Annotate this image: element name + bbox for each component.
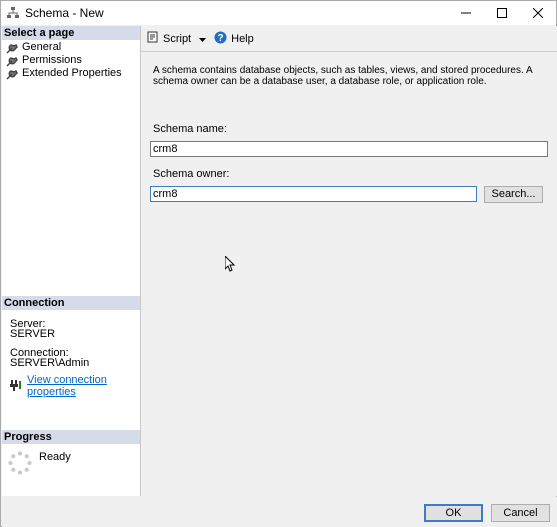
schema-name-input[interactable]: crm8 [150,141,548,157]
dialog-window: Schema - New Select a page General Permi… [0,0,557,527]
svg-text:?: ? [218,33,224,44]
schema-name-label: Schema name: [153,123,227,135]
description-text: A schema contains database objects, such… [153,65,533,87]
page-item-general[interactable]: General [6,41,61,54]
wrench-icon [6,42,18,54]
help-icon: ? [214,31,227,47]
maximize-icon [497,8,507,18]
wrench-icon [6,68,18,80]
page-item-label: Extended Properties [22,67,122,79]
page-item-label: General [22,41,62,53]
connection-value: SERVER\Admin [10,357,90,369]
close-button[interactable] [521,1,555,25]
progress-status: Ready [39,451,71,463]
script-label: Script [163,32,192,45]
connection-header: Connection [2,296,140,310]
dropdown-arrow-icon[interactable] [199,33,207,45]
left-panel: Select a page General Permissions Extend… [2,26,141,496]
view-connection-properties-link[interactable]: View connection properties [10,374,140,398]
schema-icon [6,6,20,20]
script-icon [147,31,159,46]
minimize-button[interactable] [449,1,483,25]
maximize-button[interactable] [485,1,519,25]
help-button[interactable]: ? Help [214,31,254,47]
page-item-extended-properties[interactable]: Extended Properties [6,67,122,80]
server-value: SERVER [10,328,56,340]
cancel-button[interactable]: Cancel [491,504,550,522]
page-item-permissions[interactable]: Permissions [6,54,82,67]
ok-button[interactable]: OK [424,504,483,522]
progress-header: Progress [2,430,140,444]
minimize-icon [461,12,471,14]
script-button[interactable]: Script [147,31,207,46]
mouse-cursor-icon [224,254,236,275]
page-item-label: Permissions [22,54,82,66]
schema-owner-input[interactable]: crm8 [150,186,477,202]
main-panel: Script ? Help A schema contains database… [141,26,557,496]
progress-spinner-icon [8,451,32,478]
wrench-icon [6,55,18,67]
search-button[interactable]: Search... [484,186,543,203]
toolbar: Script ? Help [141,26,557,52]
title-bar: Schema - New [1,1,556,25]
window-title: Schema - New [25,6,104,20]
close-icon [533,8,543,18]
connection-plug-icon [10,379,23,394]
select-page-header: Select a page [2,26,140,40]
help-label: Help [231,32,254,45]
view-connection-properties-label[interactable]: View connection properties [27,374,140,398]
schema-owner-label: Schema owner: [153,168,230,180]
